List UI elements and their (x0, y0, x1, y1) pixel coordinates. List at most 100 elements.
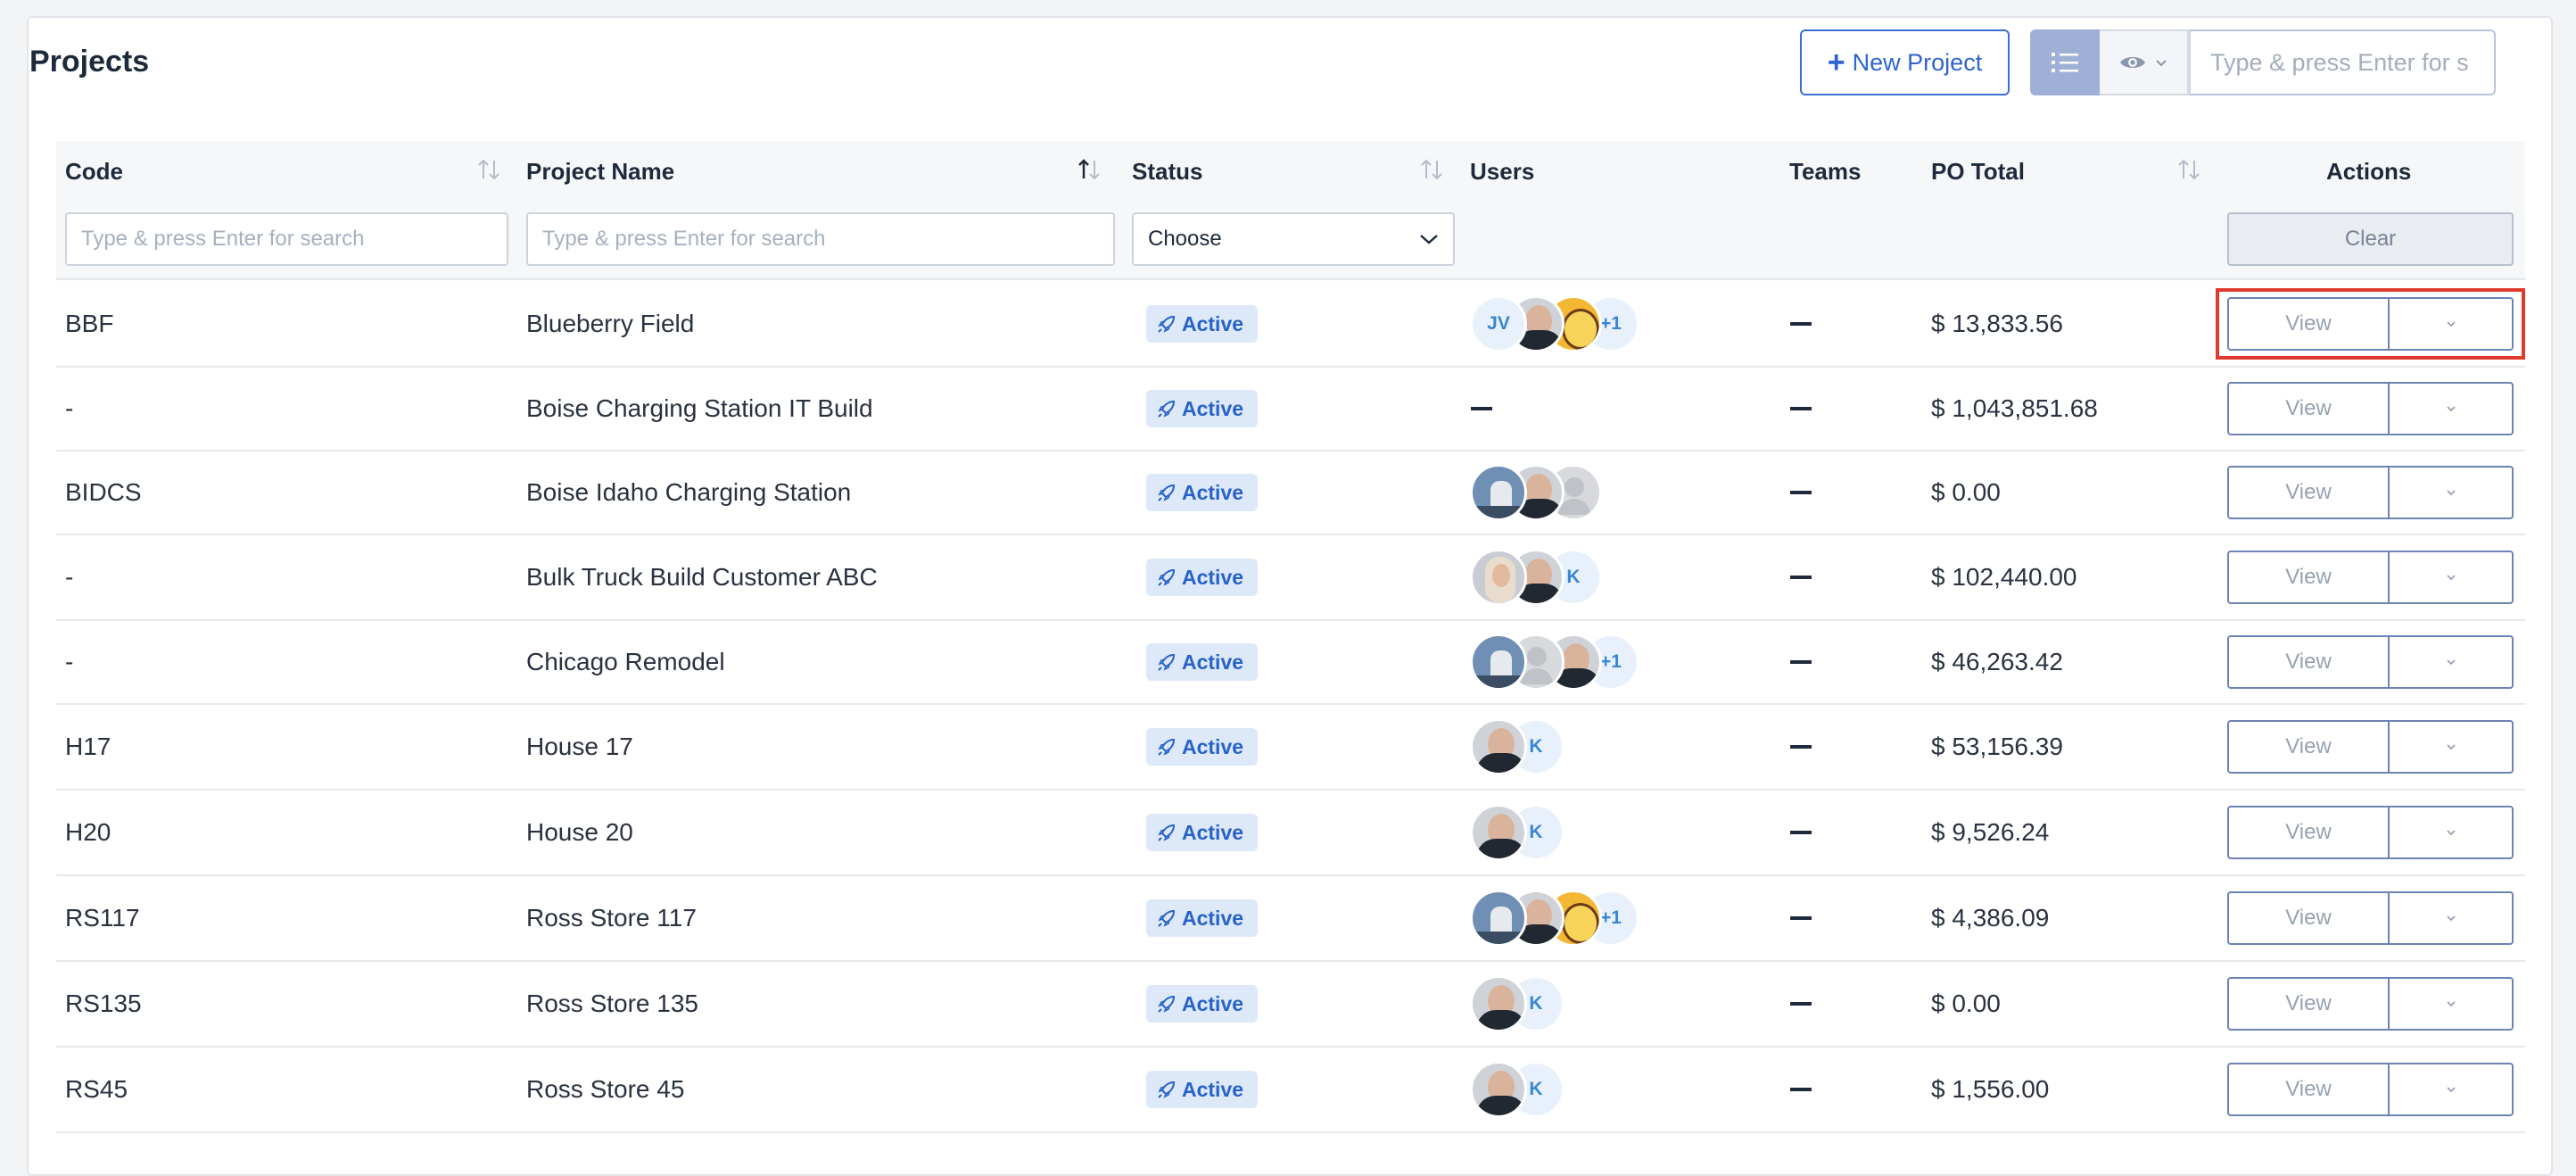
avatar[interactable] (1470, 549, 1527, 606)
user-avatars[interactable]: +1 (1470, 634, 1639, 691)
cell-project-name[interactable]: Boise Idaho Charging Station (526, 478, 851, 507)
user-avatars[interactable]: JV +1 (1470, 295, 1639, 352)
column-header-po-total[interactable]: PO Total (1931, 158, 2025, 186)
table-row[interactable]: BBF Blueberry Field Active JV +1 $ 13,833.5… (56, 282, 2525, 368)
teams-empty-dash (1790, 491, 1812, 494)
status-badge-label: Active (1182, 1077, 1244, 1101)
row-actions-dropdown[interactable] (2390, 891, 2514, 945)
view-button[interactable]: View (2227, 1063, 2390, 1116)
row-actions-dropdown[interactable] (2390, 382, 2514, 435)
status-badge: Active (1146, 1071, 1259, 1108)
row-actions-dropdown[interactable] (2390, 720, 2514, 774)
view-button[interactable]: View (2227, 806, 2390, 859)
avatar-initials[interactable]: JV (1470, 295, 1527, 352)
chevron-down-icon (2446, 829, 2456, 835)
cell-project-name[interactable]: Ross Store 117 (526, 904, 697, 932)
table-row[interactable]: - Boise Charging Station IT Build Active … (56, 368, 2525, 451)
table-row[interactable]: H20 House 20 Active K $ 9,526.24 View (56, 791, 2525, 876)
row-actions: View (2227, 551, 2514, 604)
table-row[interactable]: RS135 Ross Store 135 Active K $ 0.00 View (56, 962, 2525, 1048)
row-actions-dropdown[interactable] (2390, 1063, 2514, 1116)
row-actions-dropdown[interactable] (2390, 466, 2514, 519)
view-button[interactable]: View (2227, 551, 2390, 604)
teams-empty-dash (1790, 322, 1812, 326)
user-avatars[interactable]: K (1470, 718, 1565, 775)
sort-icon[interactable] (475, 153, 502, 186)
cell-project-name[interactable]: Bulk Truck Build Customer ABC (526, 563, 878, 592)
avatar[interactable] (1470, 718, 1527, 775)
status-badge: Active (1146, 305, 1259, 343)
cell-po-total: $ 0.00 (1931, 990, 2001, 1017)
sort-icon[interactable] (1418, 153, 1445, 186)
row-actions-dropdown[interactable] (2390, 635, 2514, 689)
teams-empty-dash (1790, 660, 1812, 664)
sort-ascending-icon[interactable] (1076, 153, 1102, 186)
user-avatars[interactable]: +1 (1470, 890, 1639, 947)
table-row[interactable]: - Chicago Remodel Active +1 $ 46,263.42 Vi… (56, 621, 2525, 705)
view-button[interactable]: View (2227, 977, 2390, 1031)
column-header-status[interactable]: Status (1132, 158, 1202, 186)
row-actions: View (2227, 891, 2514, 945)
sort-icon[interactable] (2176, 153, 2202, 186)
user-avatars[interactable]: K (1470, 804, 1565, 861)
avatar[interactable] (1470, 890, 1527, 947)
table-row[interactable]: BIDCS Boise Idaho Charging Station Active… (56, 451, 2525, 535)
column-header-code[interactable]: Code (65, 158, 123, 186)
avatar[interactable] (1470, 804, 1527, 861)
global-search-input[interactable] (2189, 29, 2496, 95)
view-button[interactable]: View (2227, 891, 2390, 945)
list-view-toggle[interactable] (2030, 29, 2100, 95)
table-row[interactable]: RS117 Ross Store 117 Active +1 $ 4,386.09 … (56, 876, 2525, 962)
avatar[interactable] (1470, 634, 1527, 691)
status-filter-select[interactable]: Choose (1132, 212, 1455, 266)
status-badge: Active (1146, 728, 1259, 766)
view-button[interactable]: View (2227, 382, 2390, 435)
user-avatars[interactable] (1470, 464, 1602, 521)
chevron-down-icon (2446, 1086, 2456, 1092)
status-badge-label: Active (1182, 565, 1244, 589)
row-actions-dropdown[interactable] (2390, 551, 2514, 604)
user-avatars[interactable]: K (1470, 975, 1565, 1032)
view-button[interactable]: View (2227, 635, 2390, 689)
column-visibility-dropdown[interactable] (2100, 29, 2189, 95)
project-name-filter-input[interactable] (526, 212, 1115, 266)
cell-po-total: $ 4,386.09 (1931, 904, 2050, 932)
cell-code: RS45 (65, 1075, 128, 1103)
avatar[interactable] (1470, 464, 1527, 521)
cell-project-name[interactable]: Boise Charging Station IT Build (526, 394, 873, 423)
chevron-down-icon (2446, 405, 2456, 411)
cell-project-name[interactable]: Ross Store 135 (526, 990, 698, 1018)
cell-project-name[interactable]: Ross Store 45 (526, 1075, 684, 1104)
code-filter-input[interactable] (65, 212, 508, 266)
table-row[interactable]: - Bulk Truck Build Customer ABC Active K $… (56, 535, 2525, 621)
status-badge: Active (1146, 559, 1259, 596)
status-badge: Active (1146, 390, 1259, 427)
list-icon (2052, 53, 2078, 72)
view-button[interactable]: View (2227, 720, 2390, 774)
column-header-actions: Actions (2326, 158, 2412, 185)
chevron-down-icon (2446, 915, 2456, 921)
status-badge: Active (1146, 899, 1259, 937)
avatar[interactable] (1470, 1061, 1527, 1118)
avatar[interactable] (1470, 975, 1527, 1032)
clear-filters-button[interactable]: Clear (2227, 212, 2514, 266)
user-avatars[interactable]: K (1470, 1061, 1565, 1118)
cell-project-name[interactable]: House 20 (526, 818, 633, 847)
cell-code: - (65, 648, 74, 675)
cell-project-name[interactable]: House 17 (526, 733, 633, 761)
column-header-project-name[interactable]: Project Name (526, 158, 674, 186)
status-badge: Active (1146, 643, 1259, 681)
view-button[interactable]: View (2227, 466, 2390, 519)
cell-project-name[interactable]: Blueberry Field (526, 310, 694, 338)
table-row[interactable]: H17 House 17 Active K $ 53,156.39 View (56, 705, 2525, 791)
teams-empty-dash (1790, 831, 1812, 834)
user-avatars[interactable]: K (1470, 549, 1602, 606)
cell-project-name[interactable]: Chicago Remodel (526, 648, 725, 676)
row-actions-dropdown[interactable] (2390, 806, 2514, 859)
row-actions: View (2227, 466, 2514, 519)
new-project-button[interactable]: + New Project (1800, 29, 2010, 95)
rocket-icon (1158, 653, 1176, 671)
table-row[interactable]: RS45 Ross Store 45 Active K $ 1,556.00 Vie… (56, 1048, 2525, 1133)
row-actions-dropdown[interactable] (2390, 977, 2514, 1031)
status-filter-value: Choose (1148, 227, 1222, 251)
